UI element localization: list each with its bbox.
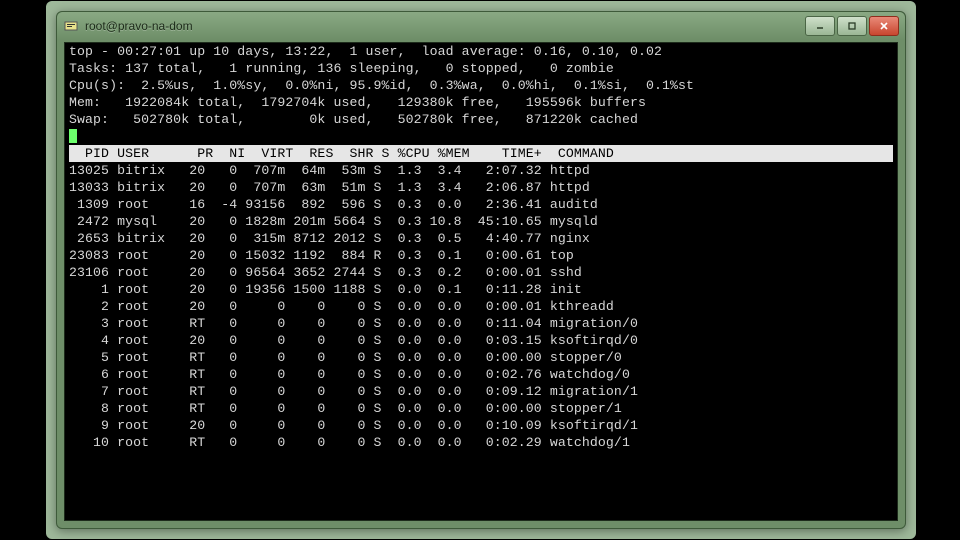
terminal-content: top - 00:27:01 up 10 days, 13:22, 1 user… (65, 43, 897, 451)
terminal-viewport[interactable]: top - 00:27:01 up 10 days, 13:22, 1 user… (64, 42, 898, 521)
titlebar[interactable]: root@pravo-na-dom (57, 12, 905, 40)
close-button[interactable] (869, 16, 899, 36)
terminal-cursor (69, 129, 77, 143)
putty-icon (63, 18, 79, 34)
window-title: root@pravo-na-dom (85, 19, 193, 33)
maximize-button[interactable] (837, 16, 867, 36)
process-table-header: PID USER PR NI VIRT RES SHR S %CPU %MEM … (69, 145, 893, 162)
putty-window: root@pravo-na-dom top - 00:27:01 up 10 d… (56, 11, 906, 529)
window-buttons (805, 16, 899, 36)
minimize-button[interactable] (805, 16, 835, 36)
